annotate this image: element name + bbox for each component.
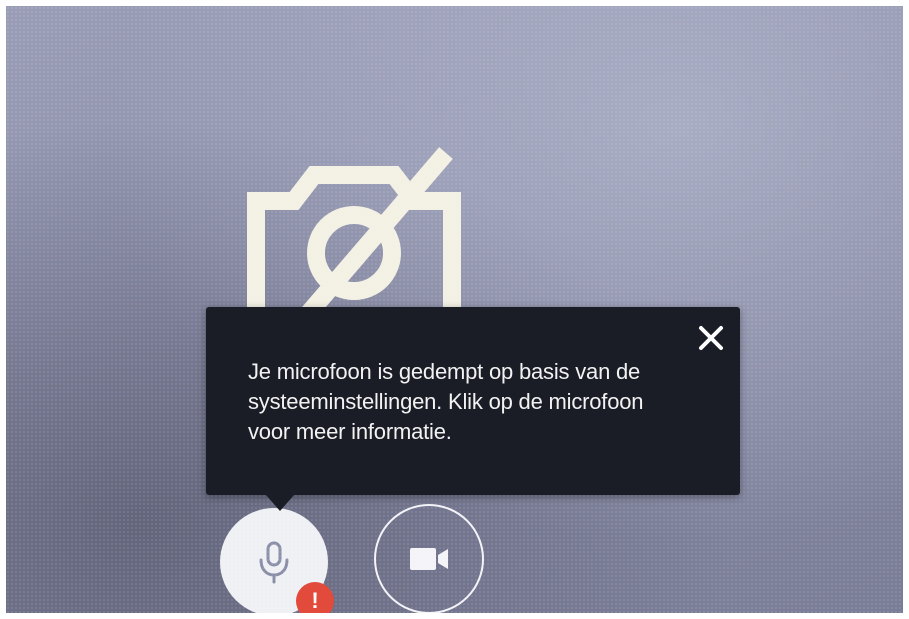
mic-muted-tooltip: Je microfoon is gedempt op basis van de … — [206, 307, 740, 511]
video-preview-area: Je microfoon is gedempt op basis van de … — [6, 6, 903, 613]
tooltip-message: Je microfoon is gedempt op basis van de … — [248, 359, 644, 444]
mic-alert-badge: ! — [296, 582, 334, 613]
video-camera-icon — [410, 548, 448, 570]
camera-button[interactable] — [374, 504, 484, 613]
microphone-icon — [259, 541, 289, 584]
close-icon[interactable] — [696, 323, 726, 353]
